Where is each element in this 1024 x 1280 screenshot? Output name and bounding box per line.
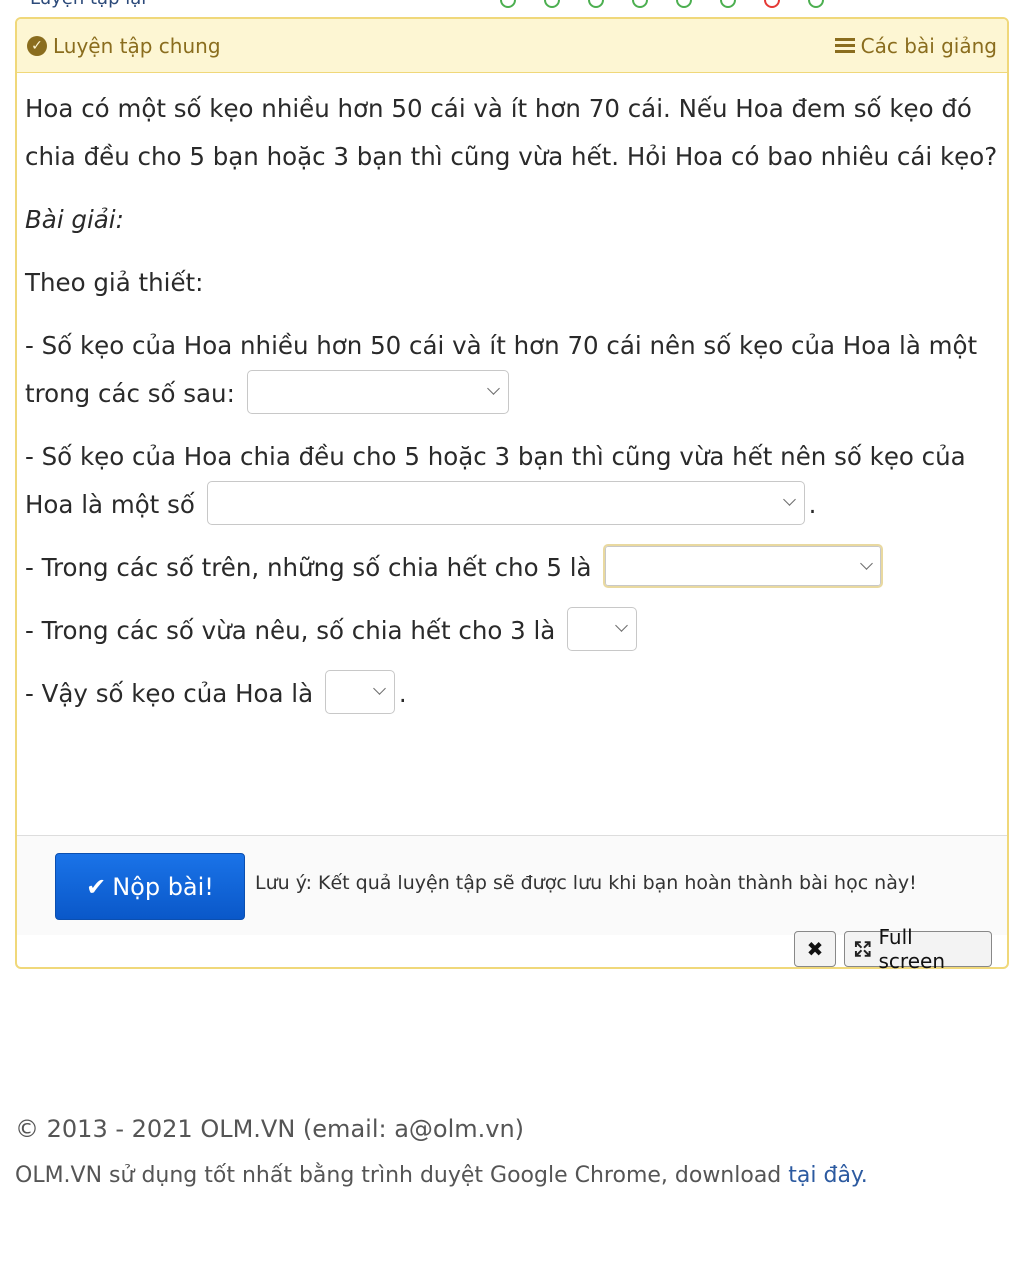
close-icon: ✖ (806, 937, 824, 961)
panel-title: ✓ Luyện tập chung (27, 34, 221, 58)
answer-select-1[interactable] (246, 370, 509, 414)
progress-dot[interactable] (808, 0, 824, 8)
panel-header: ✓ Luyện tập chung Các bài giảng (17, 19, 1007, 73)
fullscreen-button[interactable]: Full screen (844, 925, 992, 973)
chevron-down-icon (615, 619, 628, 632)
answer-line-2: - Số kẹo của Hoa chia đều cho 5 hoặc 3 b… (25, 433, 999, 529)
answer-line-5: - Vậy số kẹo của Hoa là . (25, 670, 999, 718)
panel-title-text: Luyện tập chung (53, 33, 221, 58)
solution-label: Bài giải: (25, 205, 124, 234)
list-icon (834, 38, 855, 53)
lessons-link-text: Các bài giảng (860, 33, 997, 58)
chevron-down-icon (486, 382, 500, 395)
line-5-text: - Vậy số kẹo của Hoa là (25, 679, 314, 708)
line-5-end: . (398, 679, 407, 708)
progress-dot[interactable] (720, 0, 736, 8)
answer-select-5[interactable] (324, 670, 395, 714)
fullscreen-label: Full screen (878, 925, 945, 973)
question-content: Hoa có một số kẹo nhiều hơn 50 cái và ít… (17, 73, 1007, 718)
browser-note-text: OLM.VN sử dụng tốt nhất bằng trình duyệt… (15, 1163, 789, 1188)
cloud-shape (0, 1240, 115, 1280)
progress-dot[interactable] (632, 0, 648, 8)
exercise-panel: ✓ Luyện tập chung Các bài giảng Hoa có m… (15, 17, 1009, 969)
download-link[interactable]: tại đây. (788, 1163, 868, 1188)
progress-dot[interactable] (500, 0, 516, 8)
cloud-shape (75, 1255, 185, 1280)
submit-label: Nộp bài! (112, 872, 214, 901)
submit-bar: ✔ Nộp bài! Lưu ý: Kết quả luyện tập sẽ đ… (17, 835, 1007, 935)
lessons-link[interactable]: Các bài giảng (834, 33, 997, 58)
check-circle-icon: ✓ (27, 35, 47, 56)
progress-dot[interactable] (588, 0, 604, 8)
chevron-down-icon (782, 493, 796, 506)
cloud-shape (885, 1250, 1015, 1280)
answer-line-4: - Trong các số vừa nêu, số chia hết cho … (25, 607, 999, 655)
progress-dot[interactable] (676, 0, 692, 8)
progress-dots (500, 0, 824, 8)
panel-tools-row: ✖ Full screen (794, 925, 992, 973)
close-button[interactable]: ✖ (794, 931, 836, 967)
line-4-text: - Trong các số vừa nêu, số chia hết cho … (25, 616, 556, 645)
retry-link[interactable]: Luyện tập lại (30, 0, 146, 9)
progress-dot[interactable] (544, 0, 560, 8)
expand-icon (854, 941, 871, 957)
copyright-text: © 2013 - 2021 OLM.VN (email: a@olm.vn) (15, 1115, 525, 1143)
answer-select-3[interactable] (603, 544, 884, 588)
browser-note: OLM.VN sử dụng tốt nhất bằng trình duyệt… (15, 1163, 868, 1188)
answer-select-4[interactable] (567, 607, 638, 651)
chevron-down-icon (860, 557, 874, 570)
save-note: Lưu ý: Kết quả luyện tập sẽ được lưu khi… (255, 872, 917, 894)
submit-button[interactable]: ✔ Nộp bài! (55, 853, 245, 920)
question-text: Hoa có một số kẹo nhiều hơn 50 cái và ít… (25, 94, 998, 171)
premise-text: Theo giả thiết: (25, 268, 204, 297)
progress-dot[interactable] (764, 0, 780, 8)
line-3-text: - Trong các số trên, những số chia hết c… (25, 553, 592, 582)
top-strip: Luyện tập lại (0, 0, 1024, 14)
answer-line-3: - Trong các số trên, những số chia hết c… (25, 544, 999, 592)
answer-select-2[interactable] (206, 481, 805, 525)
checkmark-icon: ✔ (86, 872, 107, 901)
answer-line-1: - Số kẹo của Hoa nhiều hơn 50 cái và ít … (25, 322, 999, 418)
chevron-down-icon (373, 682, 386, 695)
line-2-end: . (808, 490, 817, 519)
